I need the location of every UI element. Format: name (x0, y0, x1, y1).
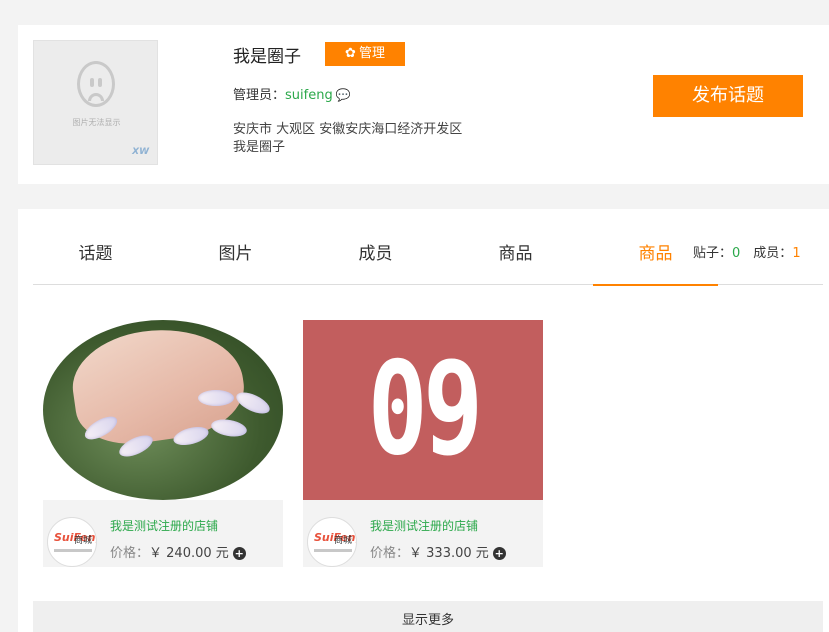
shop-name-link[interactable]: 我是测试注册的店铺 (370, 517, 478, 534)
price-value: ￥ 333.00 元 (409, 546, 489, 561)
manage-label: 管理 (358, 46, 385, 61)
shop-name-link[interactable]: 我是测试注册的店铺 (110, 517, 218, 534)
price-value: ￥ 240.00 元 (149, 546, 229, 561)
posts-label: 贴子： (693, 246, 733, 261)
admin-label: 管理员： (233, 88, 286, 103)
circle-description: 我是圈子 (233, 140, 286, 155)
tab-topics[interactable]: 话题 (33, 229, 158, 285)
product-price: 价格：￥ 240.00 元 + (110, 542, 246, 561)
circle-address: 安庆市 大观区 安徽安庆海口经济开发区 (233, 122, 463, 137)
post-topic-button[interactable]: 发布话题 (653, 75, 803, 117)
posts-count: 0 (732, 246, 741, 261)
show-more-button[interactable]: 显示更多 (33, 601, 823, 632)
admin-row: 管理员：suifeng 💬 (233, 84, 351, 103)
product-info: SuiFeng 商城 我是测试注册的店铺 价格：￥ 240.00 元+ (43, 500, 283, 567)
product-image-09[interactable]: 09 (303, 320, 543, 500)
tab-images[interactable]: 图片 (173, 229, 298, 285)
manage-button[interactable]: ✿ 管理 (325, 42, 405, 66)
add-plus-icon[interactable]: + (492, 547, 506, 560)
chat-icon[interactable]: 💬 (336, 88, 351, 102)
shop-logo[interactable]: SuiFeng 商城 (47, 517, 97, 567)
circle-stats: 贴子：0 成员：1 (693, 229, 801, 279)
circle-title: 我是圈子 (233, 47, 301, 67)
gear-icon: ✿ (345, 46, 356, 61)
product-price: 价格：￥ 333.00 元 + (370, 542, 506, 561)
tab-members[interactable]: 成员 (313, 229, 438, 285)
members-count: 1 (792, 246, 801, 261)
sad-face-icon (77, 61, 115, 107)
price-label: 价格： (110, 546, 150, 561)
circle-header-card: 图片无法显示 XW 我是圈子 ✿ 管理 管理员：suifeng 💬 安庆市 大观区 … (18, 25, 829, 184)
circle-content-card: 话题 图片 成员 商品 商品 贴子：0成员：1 SuiFeng 商城 我是测试注… (18, 209, 829, 632)
members-label: 成员： (753, 246, 793, 261)
product-info: SuiFeng 商城 我是测试注册的店铺 价格：￥ 333.00 元+ (303, 500, 543, 567)
product-card[interactable]: 09 SuiFeng 商城 我是测试注册的店铺 价格：￥ 333.00 元+ (303, 320, 543, 567)
tab-products[interactable]: 商品 (453, 229, 578, 285)
circle-avatar: 图片无法显示 XW (33, 40, 158, 165)
watermark-logo: XW (132, 147, 149, 157)
shop-logo[interactable]: SuiFeng 商城 (307, 517, 357, 567)
admin-name-link[interactable]: suifeng (285, 88, 333, 103)
product-image-nails[interactable] (43, 320, 283, 500)
price-label: 价格： (370, 546, 410, 561)
add-plus-icon[interactable]: + (232, 547, 246, 560)
product-card[interactable]: SuiFeng 商城 我是测试注册的店铺 价格：￥ 240.00 元+ (43, 320, 283, 567)
image-unavailable-text: 图片无法显示 (72, 118, 121, 127)
